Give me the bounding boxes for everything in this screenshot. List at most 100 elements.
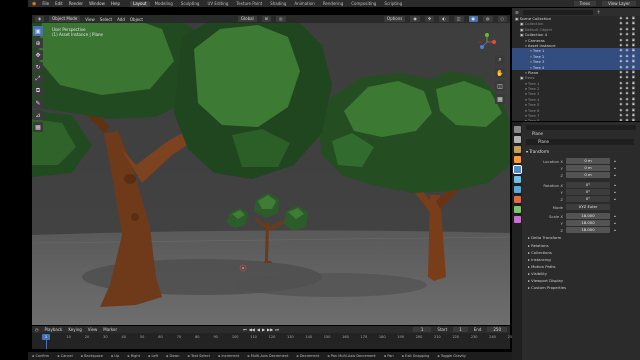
- location-z-field[interactable]: 0 m: [566, 172, 610, 178]
- editor-type-icon[interactable]: ◈: [35, 16, 45, 22]
- blender-logo-icon[interactable]: ◉: [32, 1, 36, 7]
- menu-edit[interactable]: Edit: [55, 1, 63, 6]
- menu-render[interactable]: Render: [69, 1, 83, 6]
- lock-icon[interactable]: 🔒︎: [614, 221, 616, 225]
- lock-icon[interactable]: 🔒︎: [614, 183, 616, 187]
- current-frame-field[interactable]: 1: [412, 327, 432, 332]
- workspace-tab[interactable]: Animation: [291, 1, 317, 7]
- workspace-tab[interactable]: Rendering: [320, 1, 346, 7]
- lock-icon[interactable]: 🔒︎: [614, 214, 616, 218]
- play-icon[interactable]: ▶: [262, 327, 265, 332]
- properties-section-header[interactable]: ▸ Instancing: [528, 257, 551, 263]
- transform-tool-icon[interactable]: ⧉: [33, 86, 43, 96]
- add-cube-tool-icon[interactable]: ▦: [33, 122, 43, 132]
- transform-panel-header[interactable]: ▾ Transform: [526, 149, 636, 155]
- lock-icon[interactable]: 🔒︎: [614, 197, 616, 201]
- scale-z-field[interactable]: 18.000: [566, 227, 610, 233]
- gizmo-toggle-icon[interactable]: ✥: [424, 16, 435, 22]
- menu-view[interactable]: View: [85, 17, 95, 22]
- workspace-tab[interactable]: Texture Paint: [233, 1, 265, 7]
- properties-section-header[interactable]: ▸ Motion Paths: [528, 264, 556, 270]
- view-layer-selector[interactable]: View Layer: [602, 1, 636, 6]
- properties-tab-icon[interactable]: [513, 176, 521, 183]
- properties-tab-icon[interactable]: [513, 216, 521, 223]
- menu-object[interactable]: Object: [130, 17, 143, 22]
- object-name-field[interactable]: Plane: [526, 139, 634, 145]
- workspace-tab[interactable]: Layout: [129, 0, 150, 7]
- outliner-search-input[interactable]: [522, 9, 593, 15]
- rotation-y-field[interactable]: 0°: [566, 189, 610, 195]
- navigation-gizmo[interactable]: [478, 33, 496, 51]
- location-y-field[interactable]: 0 m: [566, 165, 610, 171]
- lock-icon[interactable]: 🔒︎: [614, 173, 616, 177]
- 3d-viewport[interactable]: User Perspective (1) Asset Instance | Pl…: [32, 15, 510, 325]
- overlay-toggle-icon[interactable]: ◐: [439, 16, 449, 22]
- delta-transform-header[interactable]: ▸ Delta Transform: [528, 235, 561, 241]
- menu-keying[interactable]: Keying: [68, 327, 81, 332]
- properties-section-header[interactable]: ▸ Collections: [528, 250, 552, 256]
- properties-tab-icon[interactable]: [513, 186, 521, 193]
- menu-select[interactable]: Select: [100, 17, 112, 22]
- properties-tab-icon[interactable]: [513, 126, 521, 133]
- jump-end-icon[interactable]: ⏭: [275, 327, 279, 332]
- rotation-x-field[interactable]: 0°: [566, 182, 610, 188]
- workspace-tab[interactable]: Sculpting: [178, 1, 203, 7]
- solid-shading-icon[interactable]: ●: [468, 16, 478, 22]
- camera-view-icon[interactable]: ◫: [495, 81, 505, 91]
- properties-tab-icon[interactable]: [513, 136, 521, 143]
- annotate-tool-icon[interactable]: ✎: [33, 98, 43, 108]
- lock-icon[interactable]: 🔒︎: [614, 166, 616, 170]
- properties-tab-icon[interactable]: [513, 146, 521, 153]
- workspace-tab[interactable]: Shading: [267, 1, 289, 7]
- prev-key-icon[interactable]: ◀◀: [249, 327, 255, 332]
- scale-tool-icon[interactable]: ⤢: [33, 74, 43, 84]
- menu-window[interactable]: Window: [89, 1, 105, 6]
- scale-x-field[interactable]: 18.000: [566, 213, 610, 219]
- pan-hand-icon[interactable]: ✋: [495, 68, 505, 78]
- properties-section-header[interactable]: ▸ Visibility: [528, 271, 547, 277]
- workspace-tab[interactable]: Compositing: [348, 1, 379, 7]
- move-tool-icon[interactable]: ✥: [33, 50, 43, 60]
- lock-icon[interactable]: 🔒︎: [614, 190, 616, 194]
- properties-section-header[interactable]: ▸ Relations: [528, 243, 549, 249]
- outliner-row[interactable]: ▿ Tree 8 ◉ ◉ ▣: [512, 118, 640, 121]
- measure-tool-icon[interactable]: ⊿: [33, 110, 43, 120]
- timeline-editor-icon[interactable]: ◷: [35, 327, 39, 332]
- snap-icon[interactable]: ⊞: [261, 16, 272, 22]
- scale-y-field[interactable]: 18.000: [566, 220, 610, 226]
- cursor-tool-icon[interactable]: ⊕: [33, 38, 43, 48]
- scene-selector[interactable]: Trees: [573, 1, 597, 6]
- visibility-toggle-icon[interactable]: ◉ ◉ ▣: [619, 118, 636, 121]
- location-x-field[interactable]: 0 m: [566, 158, 610, 164]
- menu-help[interactable]: Help: [111, 1, 120, 6]
- properties-section-header[interactable]: ▸ Custom Properties: [528, 285, 566, 291]
- start-frame-field[interactable]: 1: [453, 327, 468, 332]
- workspace-tab[interactable]: Scripting: [381, 1, 405, 7]
- rotation-z-field[interactable]: 0°: [566, 196, 610, 202]
- menu-timeline-view[interactable]: View: [88, 327, 98, 332]
- material-shading-icon[interactable]: ◍: [483, 16, 493, 22]
- options-dropdown[interactable]: Options: [383, 16, 406, 22]
- play-reverse-icon[interactable]: ◀: [257, 327, 260, 332]
- lock-icon[interactable]: 🔒︎: [614, 159, 616, 163]
- next-key-icon[interactable]: ▶▶: [267, 327, 273, 332]
- menu-marker[interactable]: Marker: [103, 327, 117, 332]
- outliner-editor-icon[interactable]: ☰: [515, 10, 519, 15]
- jump-start-icon[interactable]: ⏮: [243, 327, 247, 332]
- workspace-tab[interactable]: UV Editing: [204, 1, 231, 7]
- mode-selector[interactable]: Object Mode: [49, 16, 81, 22]
- workspace-tab[interactable]: Modeling: [152, 1, 176, 7]
- properties-search-input[interactable]: [526, 125, 636, 130]
- transform-orientation-selector[interactable]: Global: [237, 16, 257, 22]
- xray-toggle-icon[interactable]: ◫: [453, 16, 464, 22]
- menu-file[interactable]: File: [42, 1, 49, 6]
- properties-tab-icon[interactable]: [513, 206, 521, 213]
- properties-tab-icon[interactable]: [513, 156, 521, 163]
- rendered-shading-icon[interactable]: ○: [497, 16, 507, 22]
- end-frame-field[interactable]: 250: [487, 327, 507, 332]
- visibility-icon[interactable]: ◉: [410, 16, 420, 22]
- menu-add[interactable]: Add: [117, 17, 125, 22]
- perspective-grid-icon[interactable]: ▦: [495, 94, 505, 104]
- zoom-icon[interactable]: ⌕: [495, 55, 505, 65]
- properties-section-header[interactable]: ▸ Viewport Display: [528, 278, 563, 284]
